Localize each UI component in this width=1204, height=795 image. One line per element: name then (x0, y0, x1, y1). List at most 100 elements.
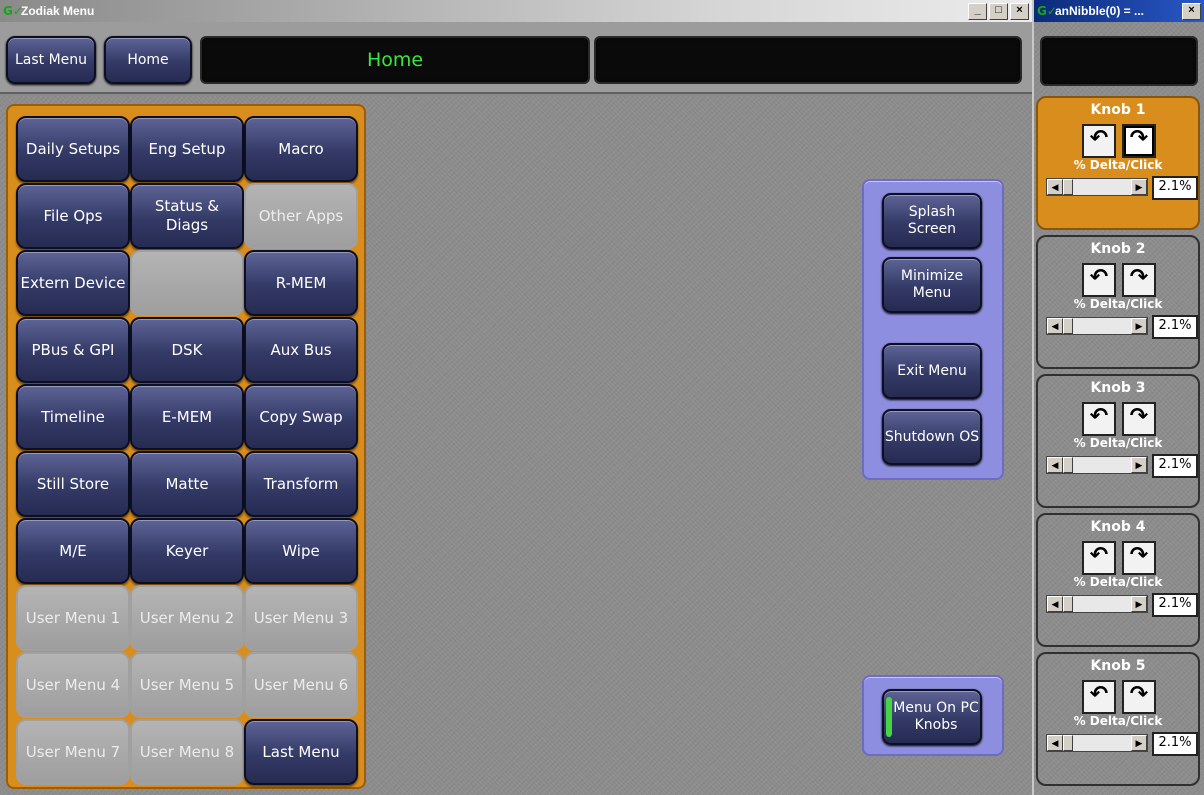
delta-value-field[interactable]: 2.1% (1152, 315, 1198, 339)
menu-button-empty (130, 250, 244, 316)
maximize-window-button[interactable]: □ (989, 3, 1008, 20)
menu-button-last-menu[interactable]: Last Menu (244, 719, 358, 785)
delta-value-field[interactable]: 2.1% (1152, 593, 1198, 617)
arrow-left-icon[interactable]: ◀ (1047, 596, 1063, 612)
menu-button-wipe[interactable]: Wipe (244, 518, 358, 584)
toggle-indicator (886, 697, 892, 737)
menu-button-timeline[interactable]: Timeline (16, 384, 130, 450)
rotate-cw-icon[interactable]: ↷ (1122, 402, 1156, 436)
window-title: Zodiak Menu (21, 4, 95, 18)
slider-thumb[interactable] (1063, 596, 1073, 612)
rotate-ccw-icon[interactable]: ↶ (1082, 263, 1116, 297)
delta-slider[interactable]: ◀ ▶ (1046, 317, 1148, 335)
menu-button-keyer[interactable]: Keyer (130, 518, 244, 584)
minimize-window-button[interactable]: _ (968, 3, 987, 20)
knob-title: Knob 3 (1090, 380, 1146, 396)
menu-button-file-ops[interactable]: File Ops (16, 183, 130, 249)
knob-panel: Knob 1 ↶ ↷% Delta/Click ◀ ▶ 2.1% (1036, 96, 1200, 230)
splash-screen-button[interactable]: Splash Screen (882, 193, 982, 249)
knob-title: Knob 1 (1090, 102, 1146, 118)
knob-title: Knob 4 (1090, 519, 1146, 535)
delta-value-field[interactable]: 2.1% (1152, 176, 1198, 200)
menu-on-pc-knobs-label: Menu On PC Knobs (893, 700, 979, 733)
knob-display (1040, 36, 1198, 86)
menu-button-user-menu-2[interactable]: User Menu 2 (130, 585, 244, 651)
slider-thumb[interactable] (1063, 318, 1073, 334)
delta-slider[interactable]: ◀ ▶ (1046, 595, 1148, 613)
menu-button-user-menu-1[interactable]: User Menu 1 (16, 585, 130, 651)
slider-thumb[interactable] (1063, 457, 1073, 473)
knob-title: Knob 2 (1090, 241, 1146, 257)
rotate-ccw-icon[interactable]: ↶ (1082, 541, 1116, 575)
menu-button-m-e[interactable]: M/E (16, 518, 130, 584)
menu-on-pc-knobs-button[interactable]: Menu On PC Knobs (882, 689, 982, 745)
delta-slider[interactable]: ◀ ▶ (1046, 456, 1148, 474)
arrow-left-icon[interactable]: ◀ (1047, 318, 1063, 334)
menu-button-user-menu-4[interactable]: User Menu 4 (16, 652, 130, 718)
minimize-menu-button[interactable]: Minimize Menu (882, 257, 982, 313)
arrow-left-icon[interactable]: ◀ (1047, 735, 1063, 751)
exit-menu-button[interactable]: Exit Menu (882, 343, 982, 399)
rotate-cw-icon[interactable]: ↷ (1122, 263, 1156, 297)
menu-button-still-store[interactable]: Still Store (16, 451, 130, 517)
delta-value-field[interactable]: 2.1% (1152, 732, 1198, 756)
close-knob-window-button[interactable]: × (1182, 3, 1201, 20)
slider-thumb[interactable] (1063, 735, 1073, 751)
menu-button-aux-bus[interactable]: Aux Bus (244, 317, 358, 383)
system-panel: Splash Screen Minimize Menu Exit Menu Sh… (862, 179, 1004, 480)
menu-button-copy-swap[interactable]: Copy Swap (244, 384, 358, 450)
menu-button-e-mem[interactable]: E-MEM (130, 384, 244, 450)
menu-button-eng-setup[interactable]: Eng Setup (130, 116, 244, 182)
arrow-right-icon[interactable]: ▶ (1131, 457, 1147, 473)
minimize-menu-label: Minimize Menu (900, 268, 964, 301)
knob-panel: Knob 3 ↶ ↷% Delta/Click ◀ ▶ 2.1% (1036, 374, 1200, 508)
menu-button-daily-setups[interactable]: Daily Setups (16, 116, 130, 182)
menu-button-dsk[interactable]: DSK (130, 317, 244, 383)
arrow-right-icon[interactable]: ▶ (1131, 318, 1147, 334)
menu-button-user-menu-8[interactable]: User Menu 8 (130, 719, 244, 785)
arrow-right-icon[interactable]: ▶ (1131, 596, 1147, 612)
knob-title: Knob 5 (1090, 658, 1146, 674)
knob-panel: Knob 5 ↶ ↷% Delta/Click ◀ ▶ 2.1% (1036, 652, 1200, 786)
rotate-cw-icon[interactable]: ↷ (1122, 680, 1156, 714)
menu-button-user-menu-7[interactable]: User Menu 7 (16, 719, 130, 785)
rotate-cw-icon[interactable]: ↷ (1122, 541, 1156, 575)
home-button[interactable]: Home (104, 36, 192, 84)
menu-button-user-menu-3[interactable]: User Menu 3 (244, 585, 358, 651)
exit-menu-label: Exit Menu (897, 362, 967, 379)
delta-label: % Delta/Click (1073, 436, 1163, 450)
shutdown-os-button[interactable]: Shutdown OS (882, 409, 982, 465)
knob-title-bar[interactable]: G✓ anNibble(0) = ... × (1034, 0, 1204, 22)
knob-window-title: anNibble(0) = ... (1055, 4, 1145, 18)
delta-value-field[interactable]: 2.1% (1152, 454, 1198, 478)
menu-button-macro[interactable]: Macro (244, 116, 358, 182)
close-window-button[interactable]: × (1010, 3, 1029, 20)
menu-button-extern-device[interactable]: Extern Device (16, 250, 130, 316)
arrow-right-icon[interactable]: ▶ (1131, 179, 1147, 195)
arrow-left-icon[interactable]: ◀ (1047, 179, 1063, 195)
rotate-ccw-icon[interactable]: ↶ (1082, 124, 1116, 158)
delta-label: % Delta/Click (1073, 575, 1163, 589)
knob-window: G✓ anNibble(0) = ... × Knob 1 ↶ ↷% Delta/C… (1034, 0, 1204, 795)
knob-panel: Knob 4 ↶ ↷% Delta/Click ◀ ▶ 2.1% (1036, 513, 1200, 647)
arrow-left-icon[interactable]: ◀ (1047, 457, 1063, 473)
menu-button-user-menu-5[interactable]: User Menu 5 (130, 652, 244, 718)
menu-button-status-diags[interactable]: Status & Diags (130, 183, 244, 249)
menu-button-r-mem[interactable]: R-MEM (244, 250, 358, 316)
rotate-ccw-icon[interactable]: ↶ (1082, 402, 1116, 436)
menu-button-pbus-gpi[interactable]: PBus & GPI (16, 317, 130, 383)
delta-slider[interactable]: ◀ ▶ (1046, 178, 1148, 196)
slider-thumb[interactable] (1063, 179, 1073, 195)
delta-slider[interactable]: ◀ ▶ (1046, 734, 1148, 752)
title-bar[interactable]: G✓ Zodiak Menu _ □ × (0, 0, 1032, 22)
rotate-cw-icon[interactable]: ↷ (1122, 124, 1156, 158)
menu-button-transform[interactable]: Transform (244, 451, 358, 517)
arrow-right-icon[interactable]: ▶ (1131, 735, 1147, 751)
menu-button-matte[interactable]: Matte (130, 451, 244, 517)
top-bar: Last Menu Home Home (0, 22, 1032, 94)
rotate-ccw-icon[interactable]: ↶ (1082, 680, 1116, 714)
menu-button-user-menu-6[interactable]: User Menu 6 (244, 652, 358, 718)
delta-label: % Delta/Click (1073, 297, 1163, 311)
last-menu-button[interactable]: Last Menu (6, 36, 96, 84)
menu-button-other-apps[interactable]: Other Apps (244, 183, 358, 249)
